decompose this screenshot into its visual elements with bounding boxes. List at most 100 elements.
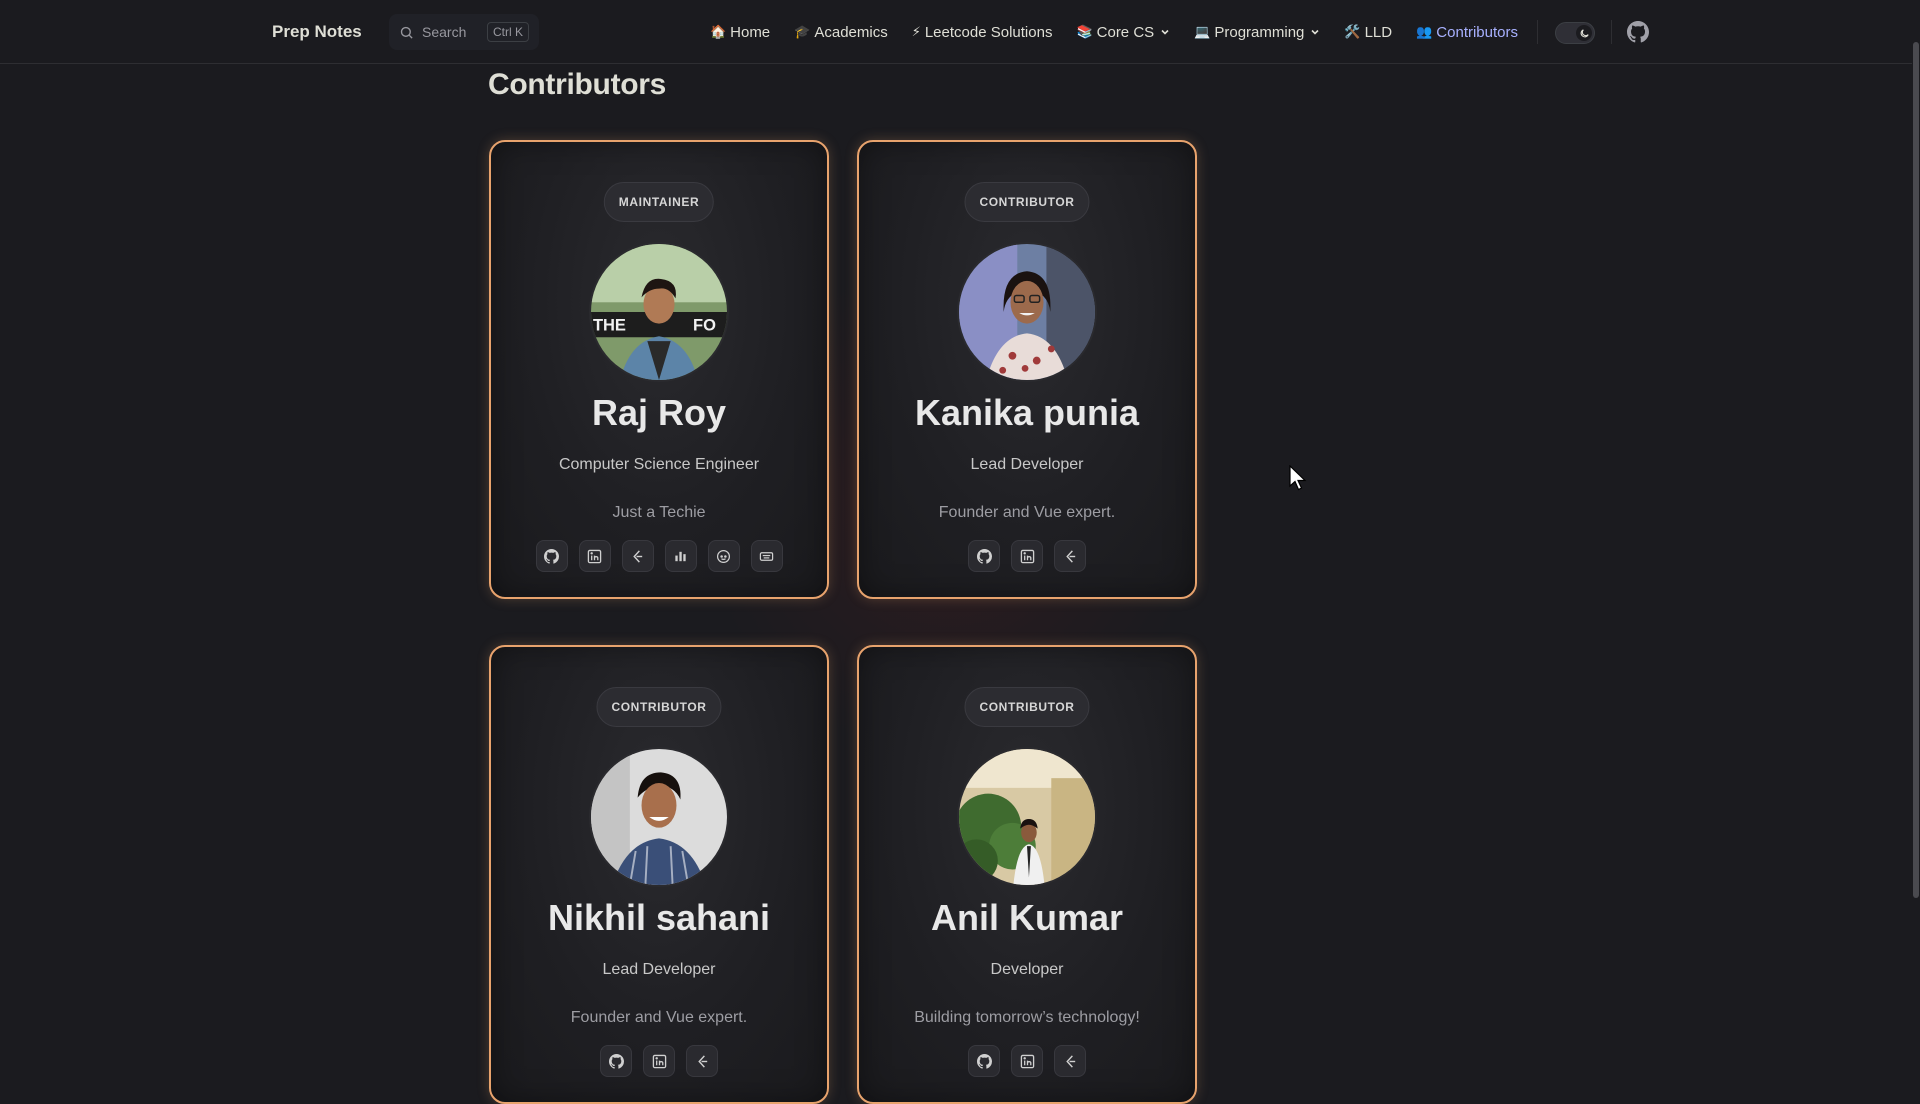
nav-links: 🏠 Home 🎓 Academics ⚡ Leetcode Solutions … [710, 0, 1518, 64]
github-link[interactable] [600, 1045, 632, 1077]
site-title[interactable]: Prep Notes [272, 0, 362, 64]
leetcode-icon [1065, 1054, 1075, 1068]
keyboard-icon [759, 551, 774, 561]
nav-contributors-label: Contributors [1436, 23, 1518, 41]
leetcode-link[interactable] [1054, 540, 1086, 572]
nav-home[interactable]: 🏠 Home [710, 24, 770, 41]
keyboard-link[interactable] [750, 540, 783, 572]
nav-core-cs-dropdown[interactable]: 📚 Core CS [1076, 24, 1170, 41]
avatar: THE FO [589, 242, 729, 382]
linkedin-link[interactable] [1011, 540, 1043, 572]
social-links [491, 540, 827, 572]
avatar-photo [959, 244, 1095, 380]
contributor-role: Developer [990, 961, 1064, 978]
nav-home-label: Home [730, 23, 771, 41]
contributor-name: Nikhil sahani [547, 897, 771, 938]
home-icon: 🏠 [709, 24, 727, 39]
search-shortcut: Ctrl K [487, 22, 529, 42]
github-link[interactable] [968, 540, 1000, 572]
chart-icon [675, 551, 686, 561]
contributor-role: Lead Developer [602, 961, 716, 978]
contributor-role: Lead Developer [970, 456, 1084, 473]
search-button[interactable]: Search Ctrl K [389, 14, 539, 50]
chevron-down-icon [1161, 29, 1169, 35]
linkedin-link[interactable] [578, 540, 611, 572]
contributor-name: Kanika punia [914, 392, 1140, 433]
people-icon: 👥 [1416, 24, 1433, 39]
avatar [957, 747, 1097, 887]
lightning-icon: ⚡ [911, 24, 921, 39]
linkedin-icon [652, 1054, 666, 1068]
contributor-bio: Founder and Vue expert. [938, 504, 1116, 521]
avatar-photo [591, 749, 727, 885]
role-badge: CONTRIBUTOR [964, 687, 1090, 727]
social-links [859, 540, 1195, 572]
contributor-name: Raj Roy [591, 392, 727, 433]
github-icon [608, 1053, 624, 1069]
theme-toggle-knob [1576, 25, 1592, 41]
graduation-cap-icon: 🎓 [794, 24, 811, 39]
page-scrollbar[interactable] [1912, 0, 1920, 1080]
page-title: Contributors [488, 68, 667, 101]
github-icon [976, 1053, 992, 1069]
leetcode-icon [697, 1054, 707, 1068]
nav-programming-dropdown[interactable]: 💻 Programming [1194, 24, 1320, 41]
chevron-down-icon [1311, 29, 1319, 35]
leetcode-icon [633, 549, 643, 563]
github-link[interactable] [535, 540, 568, 572]
avatar [957, 242, 1097, 382]
avatar [589, 747, 729, 887]
avatar-photo [959, 749, 1095, 885]
tools-icon: 🛠️ [1344, 24, 1361, 39]
contributor-card: CONTRIBUTOR Nikhil sahani Lead Developer… [489, 645, 829, 1104]
leetcode-icon [1065, 549, 1075, 563]
theme-toggle[interactable] [1555, 22, 1595, 44]
role-badge: CONTRIBUTOR [964, 182, 1090, 222]
contributor-bio: Founder and Vue expert. [570, 1009, 748, 1026]
linkedin-icon [1020, 549, 1034, 563]
leetcode-link[interactable] [1054, 1045, 1086, 1077]
contributor-card: CONTRIBUTOR Anil Kumar Developer Buildin… [857, 645, 1197, 1104]
github-icon [1627, 21, 1649, 43]
nav-programming-label: Programming [1214, 23, 1305, 41]
nav-lld-label: LLD [1364, 23, 1393, 41]
contributor-role: Computer Science Engineer [558, 456, 760, 473]
social-links [859, 1045, 1195, 1077]
search-placeholder: Search [422, 24, 467, 40]
leetcode-link[interactable] [686, 1045, 718, 1077]
leetcode-link[interactable] [621, 540, 654, 572]
linkedin-link[interactable] [1011, 1045, 1043, 1077]
linkedin-link[interactable] [643, 1045, 675, 1077]
avatar-photo: THE FO [591, 244, 727, 380]
moon-icon [1580, 28, 1589, 37]
nav-academics[interactable]: 🎓 Academics [794, 24, 888, 41]
github-icon [976, 548, 992, 564]
nav-divider [1611, 20, 1612, 44]
laptop-icon: 💻 [1194, 24, 1211, 39]
nav-lld[interactable]: 🛠️ LLD [1344, 24, 1392, 41]
contributor-name: Anil Kumar [930, 897, 1124, 938]
nav-contributors[interactable]: 👥 Contributors [1416, 24, 1518, 41]
contributor-bio: Just a Techie [612, 504, 706, 521]
github-link[interactable] [1627, 21, 1649, 43]
github-link[interactable] [968, 1045, 1000, 1077]
stats-link[interactable] [664, 540, 697, 572]
books-icon: 📚 [1076, 24, 1093, 39]
nav-core-cs-label: Core CS [1096, 23, 1155, 41]
search-icon [400, 26, 413, 39]
github-icon [544, 548, 559, 564]
reddit-link[interactable] [707, 540, 740, 572]
nav-leetcode-solutions[interactable]: ⚡ Leetcode Solutions [912, 24, 1053, 41]
top-navbar: Prep Notes Search Ctrl K 🏠 Home 🎓 Academ… [0, 0, 1920, 64]
social-links [491, 1045, 827, 1077]
svg-text:THE: THE [593, 316, 626, 334]
contributor-card: MAINTAINER THE FO Raj Roy Computer Scien… [489, 140, 829, 599]
reddit-icon [716, 549, 731, 563]
nav-divider [1537, 20, 1538, 44]
linkedin-icon [1020, 1054, 1034, 1068]
nav-leetcode-label: Leetcode Solutions [924, 23, 1053, 41]
scrollbar-thumb[interactable] [1913, 42, 1919, 898]
svg-text:FO: FO [693, 316, 716, 334]
contributor-bio: Building tomorrow’s technology! [914, 1009, 1140, 1026]
contributor-card: CONTRIBUTOR Kanika punia Lead Developer … [857, 140, 1197, 599]
